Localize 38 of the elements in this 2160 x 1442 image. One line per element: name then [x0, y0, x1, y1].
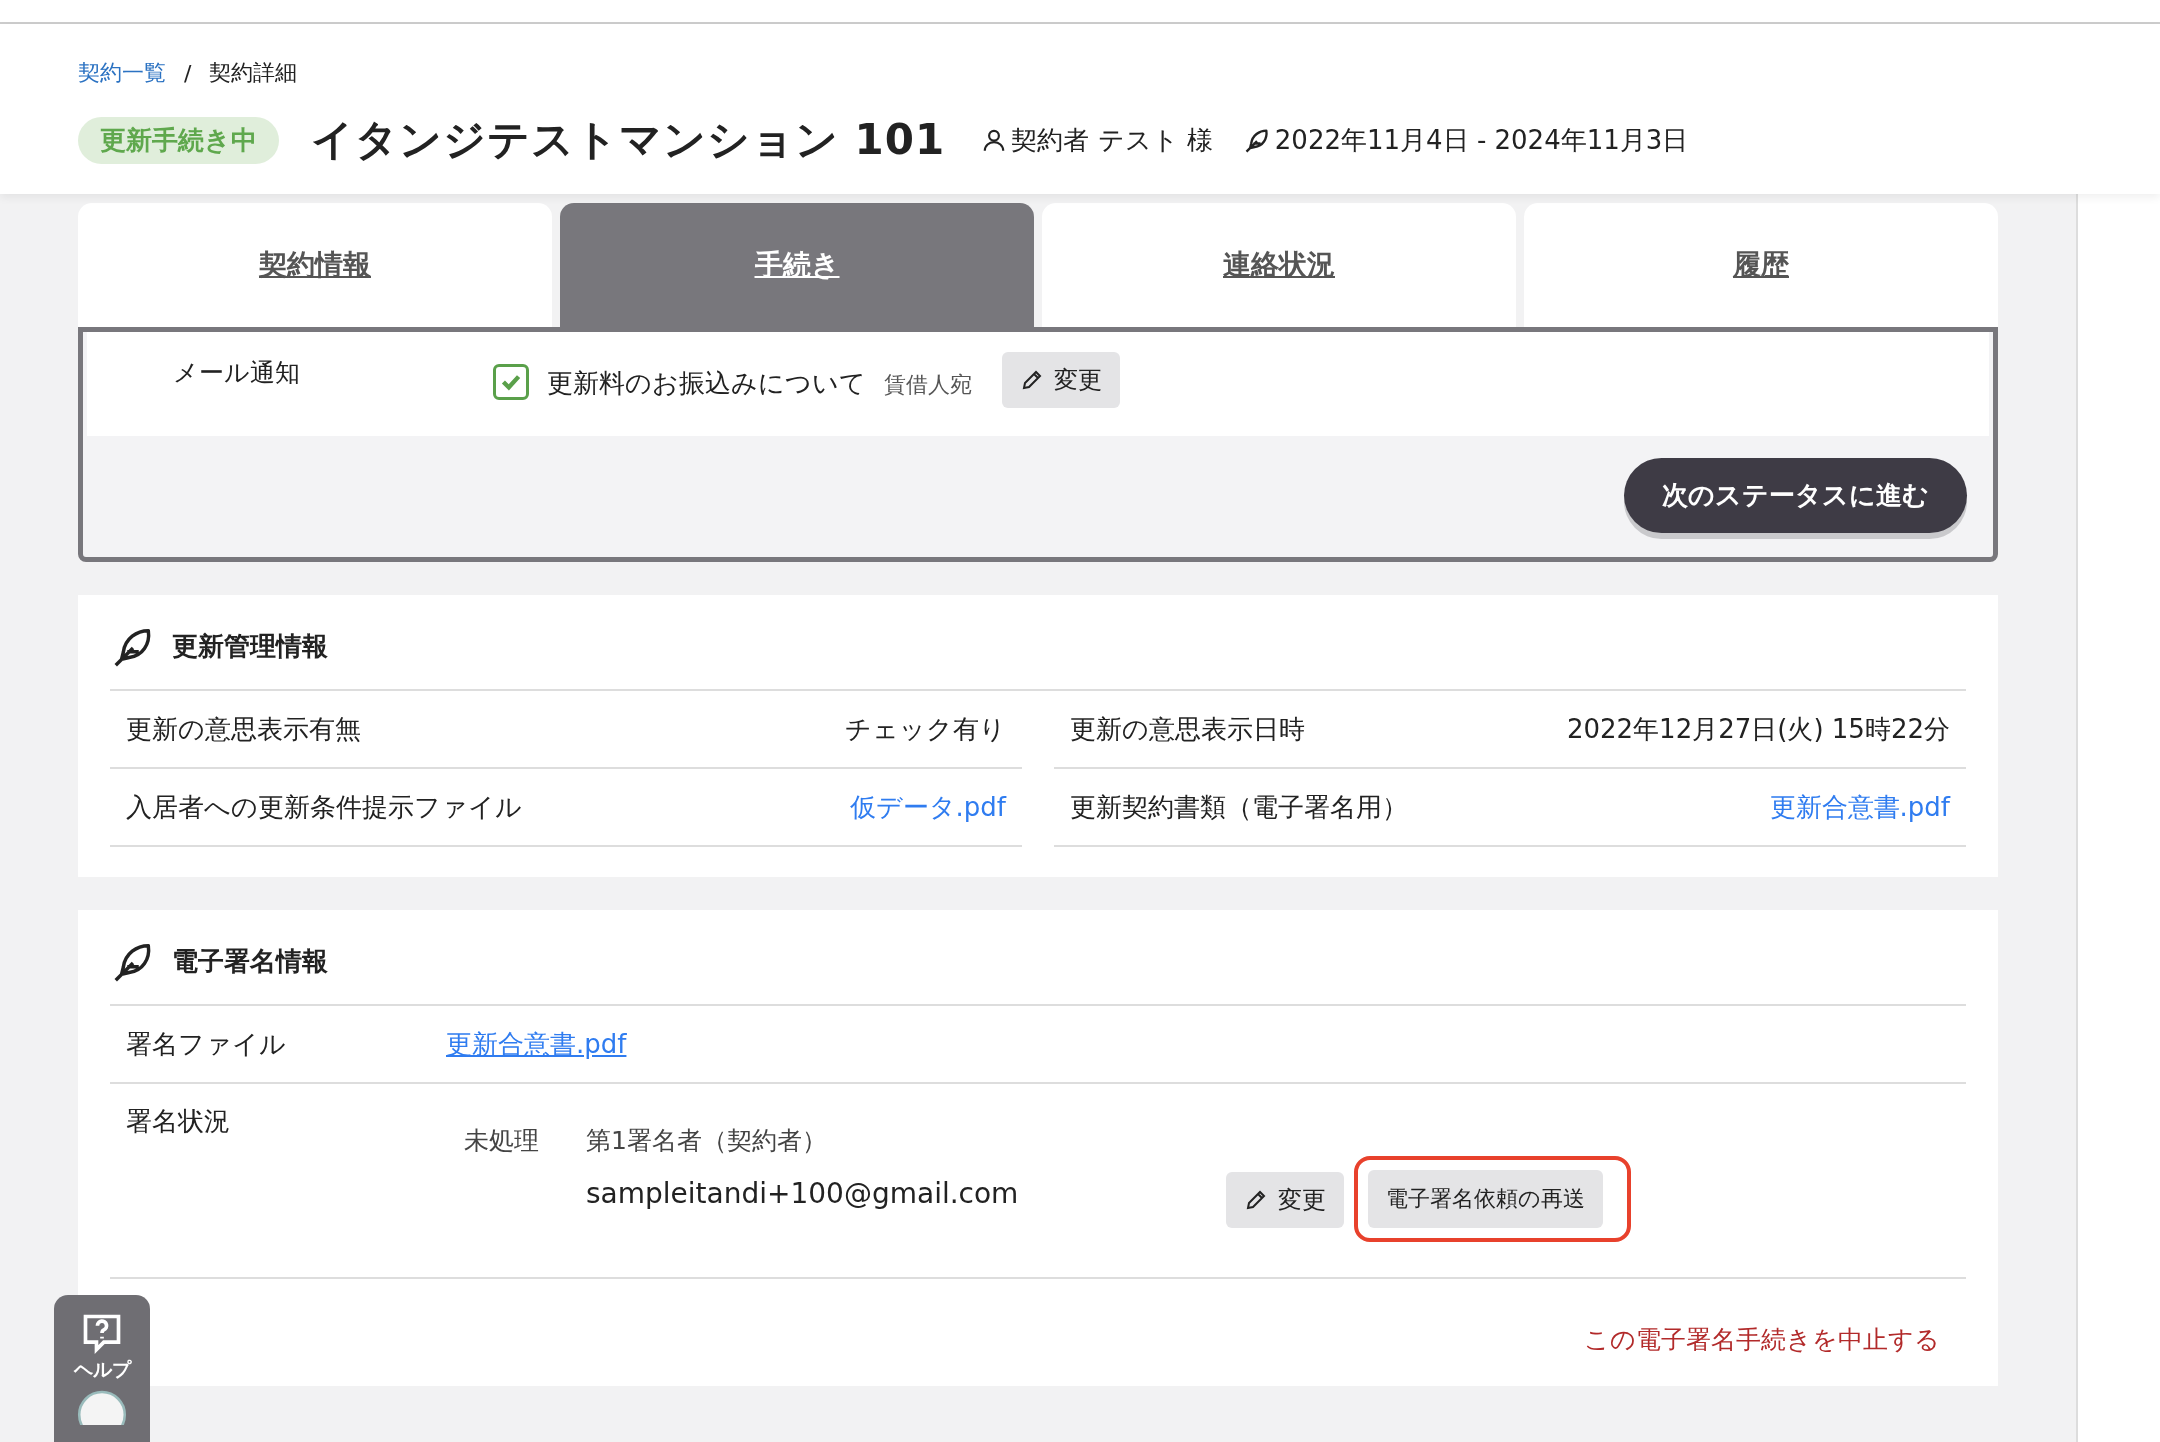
checkbox[interactable]	[493, 364, 529, 400]
tab[interactable]: 手続き	[560, 203, 1034, 327]
cancel-link[interactable]: この電子署名手続きを中止する	[1584, 1323, 1940, 1356]
signer-email: sampleitandi+100@gmail.com	[586, 1177, 1020, 1210]
property-title: イタンジテストマンション 101	[311, 114, 946, 166]
field-label: 更新契約書類（電子署名用）	[1070, 790, 1408, 824]
file-link[interactable]: 更新合意書.pdf	[446, 1026, 627, 1062]
pencil-icon	[1244, 1188, 1268, 1212]
contractor-name: 契約者 テスト 様	[1011, 123, 1213, 157]
tab[interactable]: 契約情報	[78, 203, 552, 327]
notification-item: 更新料のお振込みについて	[547, 367, 866, 400]
breadcrumb-separator: /	[184, 60, 192, 86]
contract-period: 2022年11月4日 - 2024年11月3日	[1274, 123, 1689, 157]
file-link[interactable]: 仮データ.pdf	[849, 789, 1006, 825]
status-badge: 更新手続き中	[78, 116, 279, 164]
field-label: 更新の意思表示日時	[1070, 712, 1305, 746]
breadcrumb-link[interactable]: 契約一覧	[78, 58, 166, 88]
field-value: 2022年12月27日(火) 15時22分	[1566, 712, 1950, 746]
field-label: 入居者への更新条件提示ファイル	[126, 790, 522, 824]
field-label: 署名状況	[125, 1105, 231, 1138]
tab[interactable]: 履歴	[1524, 203, 1998, 327]
signer-role: 第1署名者（契約者）	[586, 1125, 828, 1157]
field-label: 更新の意思表示有無	[126, 712, 361, 746]
recipient-label: 賃借人宛	[884, 371, 972, 399]
file-link[interactable]: 更新合意書.pdf	[1769, 789, 1950, 825]
section-title: 更新管理情報	[172, 629, 328, 663]
pencil-icon	[1020, 368, 1044, 392]
help-button[interactable]: ヘルプ	[54, 1295, 150, 1442]
field-label: 署名ファイル	[125, 1027, 287, 1061]
tab[interactable]: 連絡状況	[1042, 203, 1516, 327]
section-title: 電子署名情報	[172, 944, 328, 978]
signer-status: 未処理	[464, 1125, 540, 1157]
breadcrumb-current: 契約詳細	[209, 59, 298, 87]
mail-notification-label: メール通知	[173, 357, 301, 389]
edit-button[interactable]: 変更	[1226, 1172, 1344, 1228]
edit-button[interactable]: 変更	[1002, 352, 1120, 408]
field-value: チェック有り	[845, 712, 1006, 746]
resend-button[interactable]: 電子署名依頼の再送	[1368, 1170, 1603, 1228]
